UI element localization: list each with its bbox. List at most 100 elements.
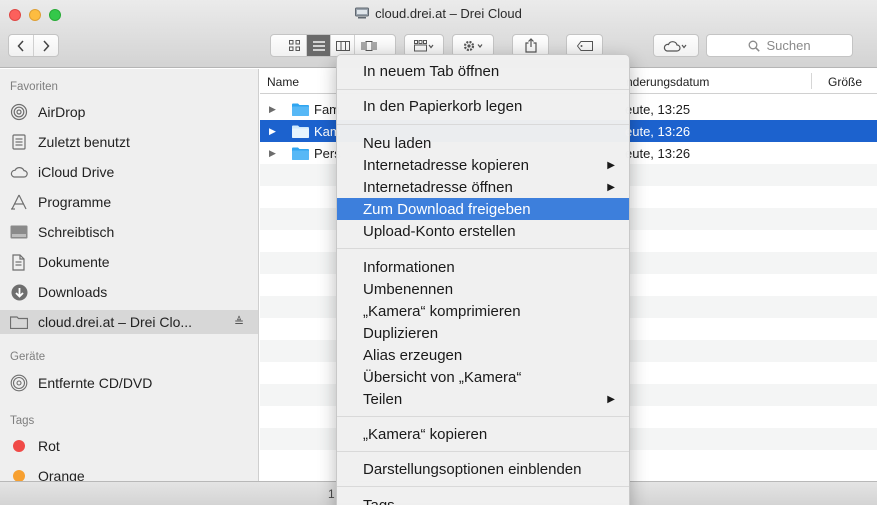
column-divider[interactable] (811, 73, 812, 89)
sidebar-item-tag-red[interactable]: Rot (10, 434, 255, 458)
menu-separator (337, 486, 629, 487)
airdrop-icon (10, 103, 28, 121)
folder-icon (10, 313, 28, 331)
share-icon (524, 38, 537, 53)
menu-item-reload[interactable]: Neu laden (337, 132, 629, 154)
sidebar-item-applications[interactable]: Programme (10, 190, 255, 214)
eject-icon[interactable]: ≜ (234, 315, 244, 329)
disclosure-triangle-icon[interactable]: ▶ (269, 104, 276, 115)
menu-item-make-alias[interactable]: Alias erzeugen (337, 344, 629, 366)
item-count: 1 (328, 487, 335, 501)
cloud-icon (663, 40, 687, 52)
chevron-right-icon (43, 39, 50, 52)
disclosure-triangle-icon[interactable]: ▶ (269, 126, 276, 137)
cloud-sync-button[interactable] (653, 34, 699, 57)
window-title: cloud.drei.at – Drei Cloud (0, 6, 877, 21)
menu-item-label: Informationen (363, 258, 455, 276)
menu-separator (337, 89, 629, 90)
sidebar-item-label: Downloads (38, 284, 108, 300)
list-view-button[interactable] (307, 35, 331, 56)
menu-item-open-in-new-tab[interactable]: In neuem Tab öffnen (337, 60, 629, 82)
menu-item-share-for-download[interactable]: Zum Download freigeben (337, 198, 629, 220)
columns-icon (335, 40, 350, 51)
menu-item-tags[interactable]: Tags ... (337, 494, 629, 505)
recents-icon (10, 133, 28, 151)
disclosure-triangle-icon[interactable]: ▶ (269, 148, 276, 159)
sidebar-item-label: Orange (38, 468, 85, 481)
sidebar-item-icloud-drive[interactable]: iCloud Drive (10, 160, 255, 184)
sidebar-item-downloads[interactable]: Downloads (10, 280, 255, 304)
menu-item-label: Tags ... (363, 496, 412, 505)
search-icon (749, 40, 761, 52)
orange-tag-dot-icon (13, 470, 25, 481)
sidebar-section-tags: Tags (10, 415, 35, 427)
menu-item-compress[interactable]: „Kamera“ komprimieren (337, 300, 629, 322)
sidebar-item-documents[interactable]: Dokumente (10, 250, 255, 274)
documents-icon (10, 253, 28, 271)
search-placeholder: Suchen (766, 38, 811, 53)
forward-button[interactable] (34, 35, 58, 56)
menu-item-copy[interactable]: „Kamera“ kopieren (337, 423, 629, 445)
sidebar-item-label: Programme (38, 194, 112, 210)
menu-item-quick-look[interactable]: Übersicht von „Kamera“ (337, 366, 629, 388)
column-header-name[interactable]: Name (267, 75, 299, 89)
back-button[interactable] (9, 35, 34, 56)
desktop-icon (10, 223, 28, 241)
list-lines-icon (312, 40, 325, 51)
icon-view-button[interactable] (283, 35, 307, 56)
sidebar-item-label: Schreibtisch (38, 224, 115, 240)
menu-item-get-info[interactable]: Informationen (337, 256, 629, 278)
menu-item-create-upload-account[interactable]: Upload-Konto erstellen (337, 220, 629, 242)
arrange-grid-icon (414, 39, 434, 51)
applications-icon (10, 193, 28, 211)
menu-item-share[interactable]: Teilen ▶ (337, 388, 629, 410)
menu-item-label: Teilen (363, 390, 403, 408)
sidebar-item-label: iCloud Drive (38, 164, 115, 180)
column-view-button[interactable] (331, 35, 355, 56)
menu-item-label: In neuem Tab öffnen (363, 62, 500, 80)
zoom-window-button[interactable] (49, 9, 61, 21)
network-drive-icon (355, 7, 370, 19)
menu-item-label: Upload-Konto erstellen (363, 222, 516, 240)
menu-item-label: Darstellungsoptionen einblenden (363, 460, 582, 478)
context-menu: In neuem Tab öffnen In den Papierkorb le… (336, 54, 630, 505)
downloads-icon (10, 283, 28, 301)
sidebar-item-label: AirDrop (38, 104, 86, 120)
menu-item-duplicate[interactable]: Duplizieren (337, 322, 629, 344)
sidebar-item-label: Dokumente (38, 254, 110, 270)
sidebar-item-desktop[interactable]: Schreibtisch (10, 220, 255, 244)
column-header-size[interactable]: Größe (828, 75, 862, 89)
sidebar-item-airdrop[interactable]: AirDrop (10, 100, 255, 124)
menu-item-rename[interactable]: Umbenennen (337, 278, 629, 300)
sidebar-item-drei-cloud[interactable]: cloud.drei.at – Drei Clo... ≜ (0, 310, 258, 334)
sidebar-item-label: Zuletzt benutzt (38, 134, 130, 150)
menu-item-label: Übersicht von „Kamera“ (363, 368, 522, 386)
menu-item-show-view-options[interactable]: Darstellungsoptionen einblenden (337, 458, 629, 480)
menu-item-label: „Kamera“ kopieren (363, 425, 488, 443)
menu-item-copy-url[interactable]: Internetadresse kopieren ▶ (337, 154, 629, 176)
close-window-button[interactable] (9, 9, 21, 21)
menu-item-label: Internetadresse öffnen (363, 178, 513, 196)
menu-item-open-url[interactable]: Internetadresse öffnen ▶ (337, 176, 629, 198)
gear-icon (463, 40, 483, 51)
menu-item-label: Internetadresse kopieren (363, 156, 529, 174)
tag-icon (576, 40, 593, 51)
minimize-window-button[interactable] (29, 9, 41, 21)
file-date: eute, 13:26 (625, 145, 691, 161)
folder-icon (292, 125, 309, 138)
sidebar-item-remote-disc[interactable]: Entfernte CD/DVD (10, 371, 255, 395)
sidebar-item-recents[interactable]: Zuletzt benutzt (10, 130, 255, 154)
sidebar-item-label: Entfernte CD/DVD (38, 375, 153, 391)
menu-separator (337, 124, 629, 125)
back-forward-group (8, 34, 59, 57)
submenu-arrow-icon: ▶ (607, 393, 615, 405)
search-field[interactable]: Suchen (706, 34, 853, 57)
column-header-date[interactable]: nderungsdatum (626, 75, 709, 89)
sidebar-item-label: Rot (38, 438, 60, 454)
coverflow-icon (361, 40, 377, 51)
sidebar-item-tag-orange[interactable]: Orange (10, 464, 255, 481)
menu-item-label: In den Papierkorb legen (363, 97, 523, 115)
menu-item-move-to-trash[interactable]: In den Papierkorb legen (337, 95, 629, 117)
coverflow-view-button[interactable] (355, 35, 383, 56)
file-date: eute, 13:25 (625, 101, 691, 117)
